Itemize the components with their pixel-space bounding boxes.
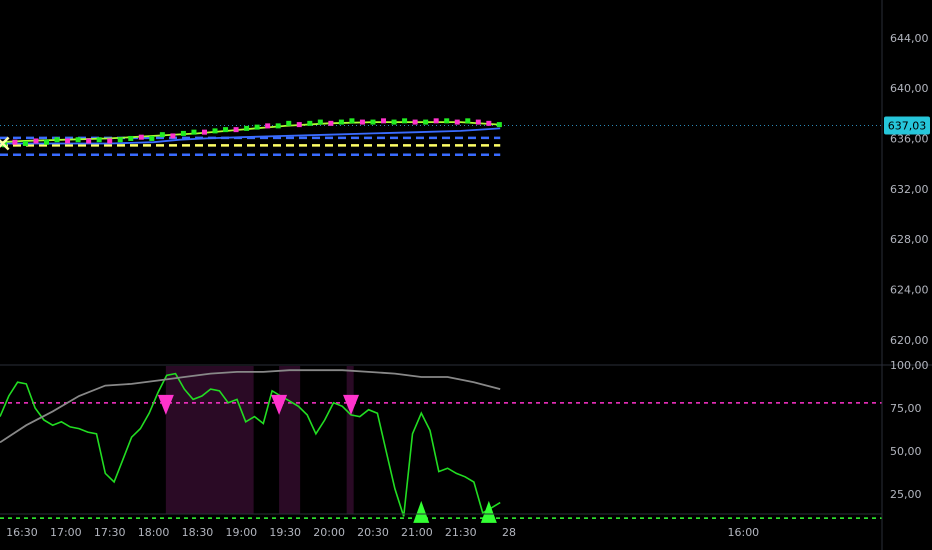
axes: 644,00640,00636,00632,00628,00624,00620,…: [0, 0, 932, 550]
time-tick-label-1: 17:00: [50, 526, 82, 539]
candle-20: [212, 128, 218, 134]
signal-zone-2: [346, 366, 354, 514]
price-tick-label-6: 620,00: [890, 334, 929, 347]
signal-zone-1: [279, 366, 301, 514]
candle-12: [128, 135, 134, 141]
time-tick-label-11: 28: [502, 526, 516, 539]
last-price-badge-label: 637,03: [888, 119, 927, 132]
candle-30: [317, 119, 323, 125]
candle-14: [149, 135, 155, 141]
time-tick-label-2: 17:30: [94, 526, 126, 539]
candle-6: [65, 138, 71, 144]
signal-marker-3: [413, 500, 430, 523]
price-series-0: [0, 127, 501, 145]
candle-40: [423, 119, 429, 125]
candle-42: [444, 118, 450, 124]
price-tick-label-1: 640,00: [890, 82, 929, 95]
price-tick-label-0: 644,00: [890, 32, 929, 45]
candle-21: [223, 127, 229, 133]
oscillator-panel[interactable]: [0, 366, 882, 523]
candle-28: [296, 122, 302, 128]
time-tick-label-12: 16:00: [727, 526, 759, 539]
candle-29: [307, 120, 313, 126]
candle-10: [107, 138, 113, 144]
osc-tick-label-3: 25,00: [890, 488, 922, 501]
candle-33: [349, 118, 355, 124]
candle-25: [265, 123, 271, 129]
candle-44: [465, 118, 471, 124]
time-tick-label-0: 16:30: [6, 526, 38, 539]
candle-15: [159, 132, 165, 138]
candle-8: [86, 138, 92, 144]
candle-17: [180, 130, 186, 136]
candle-45: [475, 119, 481, 125]
candle-46: [486, 120, 492, 126]
candle-43: [454, 119, 460, 125]
candle-18: [191, 129, 197, 135]
time-tick-label-8: 20:30: [357, 526, 389, 539]
time-tick-label-10: 21:30: [445, 526, 477, 539]
price-panel[interactable]: [0, 118, 882, 157]
trading-chart[interactable]: 644,00640,00636,00632,00628,00624,00620,…: [0, 0, 932, 550]
candle-41: [433, 118, 439, 124]
candle-9: [96, 137, 102, 143]
candle-11: [117, 137, 123, 143]
candle-7: [75, 137, 81, 143]
candle-1: [12, 139, 18, 145]
candle-24: [254, 124, 260, 130]
candle-5: [54, 137, 60, 143]
candle-37: [391, 119, 397, 125]
time-tick-label-4: 18:30: [182, 526, 214, 539]
signal-marker-2: [343, 394, 360, 415]
candle-32: [338, 119, 344, 125]
candle-47: [496, 122, 502, 128]
price-tick-label-3: 632,00: [890, 183, 929, 196]
candle-13: [138, 134, 144, 140]
candle-26: [275, 123, 281, 129]
candle-36: [381, 118, 387, 124]
candle-27: [286, 120, 292, 126]
candle-35: [370, 119, 376, 125]
candle-31: [328, 120, 334, 126]
candle-19: [201, 129, 207, 135]
candle-16: [170, 133, 176, 139]
candle-4: [44, 139, 50, 145]
time-tick-label-6: 19:30: [269, 526, 301, 539]
osc-tick-label-0: 100,00: [890, 359, 929, 372]
osc-tick-label-2: 50,00: [890, 445, 922, 458]
time-tick-label-9: 21:00: [401, 526, 433, 539]
candle-39: [412, 119, 418, 125]
price-tick-label-5: 624,00: [890, 283, 929, 296]
time-tick-label-7: 20:00: [313, 526, 345, 539]
candle-23: [244, 125, 250, 131]
signal-zone-0: [165, 366, 254, 514]
candle-22: [233, 127, 239, 133]
candle-38: [402, 118, 408, 124]
time-tick-label-3: 18:00: [138, 526, 170, 539]
candle-34: [359, 119, 365, 125]
time-tick-label-5: 19:00: [225, 526, 257, 539]
candle-3: [33, 138, 39, 144]
price-tick-label-4: 628,00: [890, 233, 929, 246]
osc-tick-label-1: 75,00: [890, 402, 922, 415]
candle-2: [22, 140, 28, 146]
